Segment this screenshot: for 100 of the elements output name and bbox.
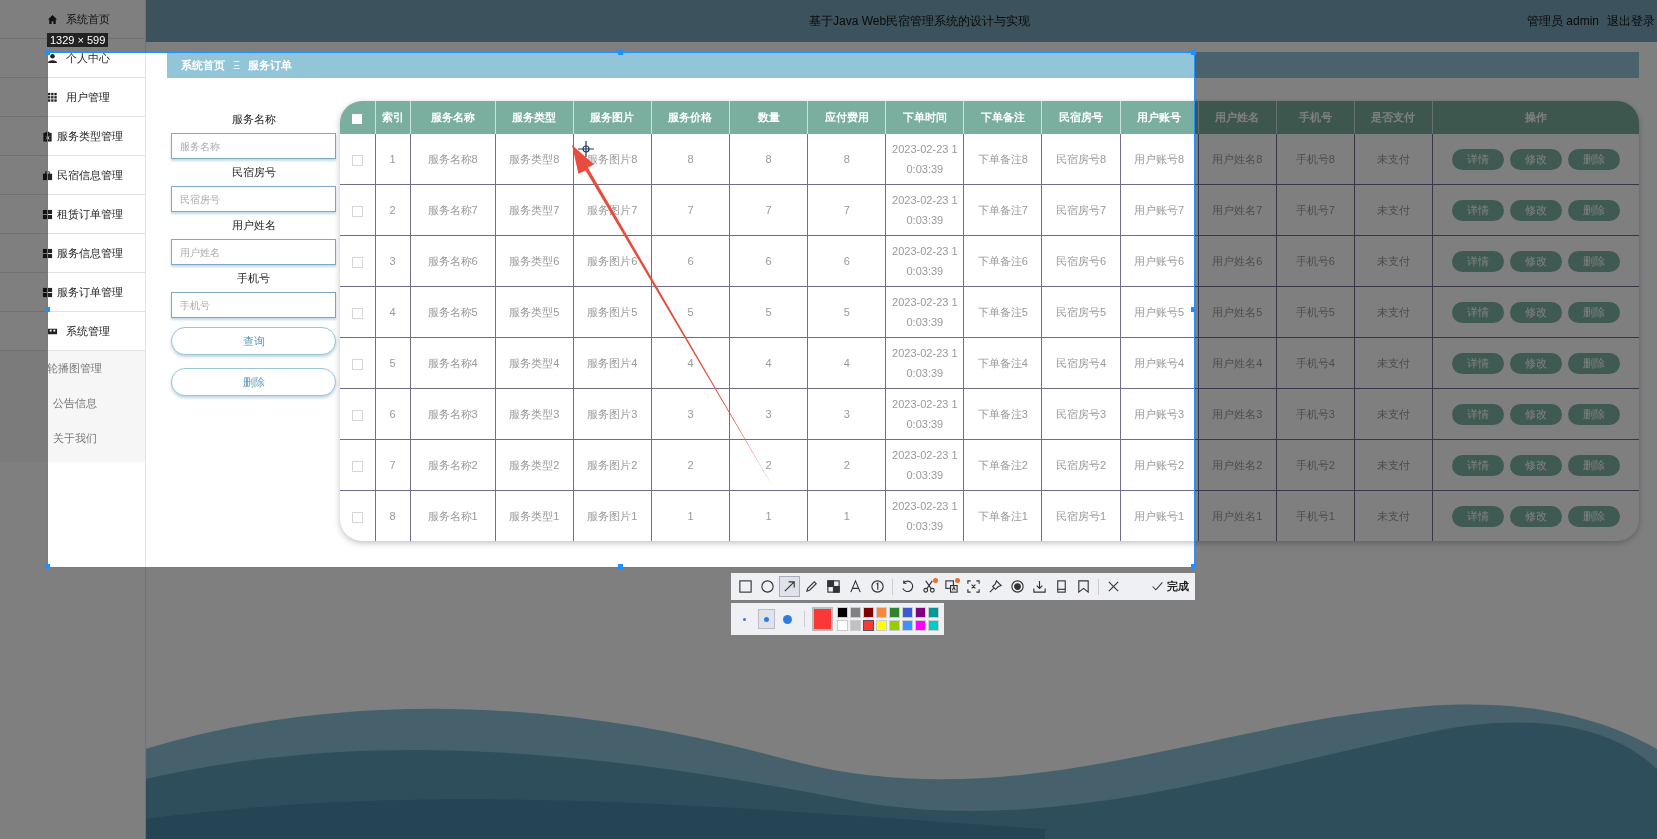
table-cell: 7 xyxy=(651,184,730,236)
table-cell: 民宿房号6 xyxy=(1042,235,1121,287)
resize-handle[interactable] xyxy=(45,50,50,55)
row-checkbox[interactable] xyxy=(351,256,363,268)
table-cell: 用户账号1 xyxy=(1120,490,1199,541)
select-all-checkbox[interactable] xyxy=(352,113,363,124)
sidebar-item[interactable]: 用户管理 xyxy=(0,78,145,117)
sidebar-item[interactable]: 租赁订单管理 xyxy=(0,195,145,234)
table-cell: 6 xyxy=(375,388,411,440)
table-cell: 民宿房号3 xyxy=(1042,388,1121,440)
resize-handle[interactable] xyxy=(45,564,50,569)
table-cell: 2 xyxy=(729,439,808,491)
row-checkbox[interactable] xyxy=(351,205,363,217)
check-icon xyxy=(1151,580,1164,593)
row-checkbox[interactable] xyxy=(351,409,363,421)
table-cell: 服务名称2 xyxy=(410,439,496,491)
table-cell: 2 xyxy=(375,184,411,236)
table-cell: 民宿房号4 xyxy=(1042,337,1121,389)
table-cell: 用户账号7 xyxy=(1120,184,1199,236)
column-header: 是否支付 xyxy=(1354,101,1433,134)
table-cell: 服务名称4 xyxy=(410,337,496,389)
column-header: 操作 xyxy=(1432,101,1639,134)
sidebar-item[interactable]: 服务类型管理 xyxy=(0,117,145,156)
sidebar-item-label: 用户管理 xyxy=(66,89,110,105)
submenu-item[interactable]: 关于我们 xyxy=(0,421,145,456)
table-cell: 下单备注4 xyxy=(963,337,1042,389)
done-button[interactable]: 完成 xyxy=(1149,579,1191,594)
current-color-swatch[interactable] xyxy=(811,607,833,631)
table-cell: 服务图片5 xyxy=(573,286,652,338)
table-cell: 2023-02-23 10:03:39 xyxy=(885,490,964,541)
quad-icon xyxy=(42,286,53,298)
column-header: 服务价格 xyxy=(651,101,730,134)
sidebar-item-label: 系统首页 xyxy=(66,11,110,27)
table-cell: 服务图片3 xyxy=(573,388,652,440)
row-checkbox[interactable] xyxy=(351,154,363,166)
table-cell: 民宿房号2 xyxy=(1042,439,1121,491)
sidebar-item[interactable]: 民宿信息管理 xyxy=(0,156,145,195)
table-cell: 7 xyxy=(375,439,411,491)
table-cell: 用户账号6 xyxy=(1120,235,1199,287)
table-cell: 6 xyxy=(729,235,808,287)
table-cell: 下单备注1 xyxy=(963,490,1042,541)
form-button[interactable]: 查询 xyxy=(171,327,336,355)
size-label: 1329 × 599 xyxy=(47,33,109,47)
table-cell: 1 xyxy=(375,134,411,185)
submenu-item[interactable]: 公告信息 xyxy=(0,386,145,421)
submenu-item[interactable]: 轮播图管理 xyxy=(0,351,145,386)
clip-icon xyxy=(42,130,53,142)
resize-handle[interactable] xyxy=(1191,50,1196,55)
column-header: 民宿房号 xyxy=(1042,101,1121,134)
sidebar-item[interactable]: 服务信息管理 xyxy=(0,234,145,273)
resize-handle[interactable] xyxy=(618,50,623,55)
column-header: 服务名称 xyxy=(410,101,496,134)
table-cell: 用户账号4 xyxy=(1120,337,1199,389)
breadcrumb-current: 服务订单 xyxy=(248,57,293,73)
row-checkbox[interactable] xyxy=(351,511,363,523)
pen-size-button[interactable] xyxy=(757,609,776,629)
sidebar-item-label: 系统管理 xyxy=(66,323,110,339)
table-cell: 7 xyxy=(807,184,886,236)
table-cell: 服务类型4 xyxy=(495,337,574,389)
breadcrumb-link[interactable]: 系统首页 xyxy=(181,57,225,73)
search-field[interactable]: 服务名称 xyxy=(171,133,336,159)
table-cell: 5 xyxy=(375,337,411,389)
resize-handle[interactable] xyxy=(45,307,50,312)
user-label: 管理员 admin xyxy=(1526,12,1599,30)
quad-icon xyxy=(42,247,53,259)
sidebar-item-label: 个人中心 xyxy=(66,50,110,66)
table-cell: 服务图片1 xyxy=(573,490,652,541)
table-cell: 8 xyxy=(729,134,808,185)
field-label: 手机号 xyxy=(236,271,271,285)
table-cell: 服务类型8 xyxy=(495,134,574,185)
logout-link[interactable]: 退出登录 xyxy=(1607,12,1655,30)
column-header: 用户姓名 xyxy=(1198,101,1277,134)
row-checkbox[interactable] xyxy=(351,460,363,472)
column-header: 索引 xyxy=(375,101,411,134)
field-label: 用户姓名 xyxy=(230,218,277,232)
resize-handle[interactable] xyxy=(618,564,623,569)
table-cell: 2023-02-23 10:03:39 xyxy=(885,235,964,287)
table-cell: 服务类型5 xyxy=(495,286,574,338)
table-cell: 服务类型1 xyxy=(495,490,574,541)
search-field[interactable]: 民宿房号 xyxy=(171,186,336,212)
search-field[interactable]: 用户姓名 xyxy=(171,239,336,265)
table-cell: 2023-02-23 10:03:39 xyxy=(885,439,964,491)
resize-handle[interactable] xyxy=(1191,307,1196,312)
column-header: 数量 xyxy=(729,101,808,134)
table-cell: 下单备注8 xyxy=(963,134,1042,185)
table-cell: 2023-02-23 10:03:39 xyxy=(885,337,964,389)
column-header: 手机号 xyxy=(1276,101,1355,134)
table-cell: 2023-02-23 10:03:39 xyxy=(885,134,964,185)
row-checkbox[interactable] xyxy=(351,358,363,370)
table-cell: 服务类型6 xyxy=(495,235,574,287)
color-swatch[interactable] xyxy=(862,620,874,631)
table-cell: 下单备注3 xyxy=(963,388,1042,440)
form-button[interactable]: 删除 xyxy=(171,368,336,396)
resize-handle[interactable] xyxy=(1191,564,1196,569)
table-cell: 民宿房号1 xyxy=(1042,490,1121,541)
table-cell: 服务名称5 xyxy=(410,286,496,338)
search-field[interactable]: 手机号 xyxy=(171,292,336,318)
row-checkbox[interactable] xyxy=(351,307,363,319)
sidebar-item-label: 租赁订单管理 xyxy=(57,206,123,222)
table-cell: 1 xyxy=(807,490,886,541)
